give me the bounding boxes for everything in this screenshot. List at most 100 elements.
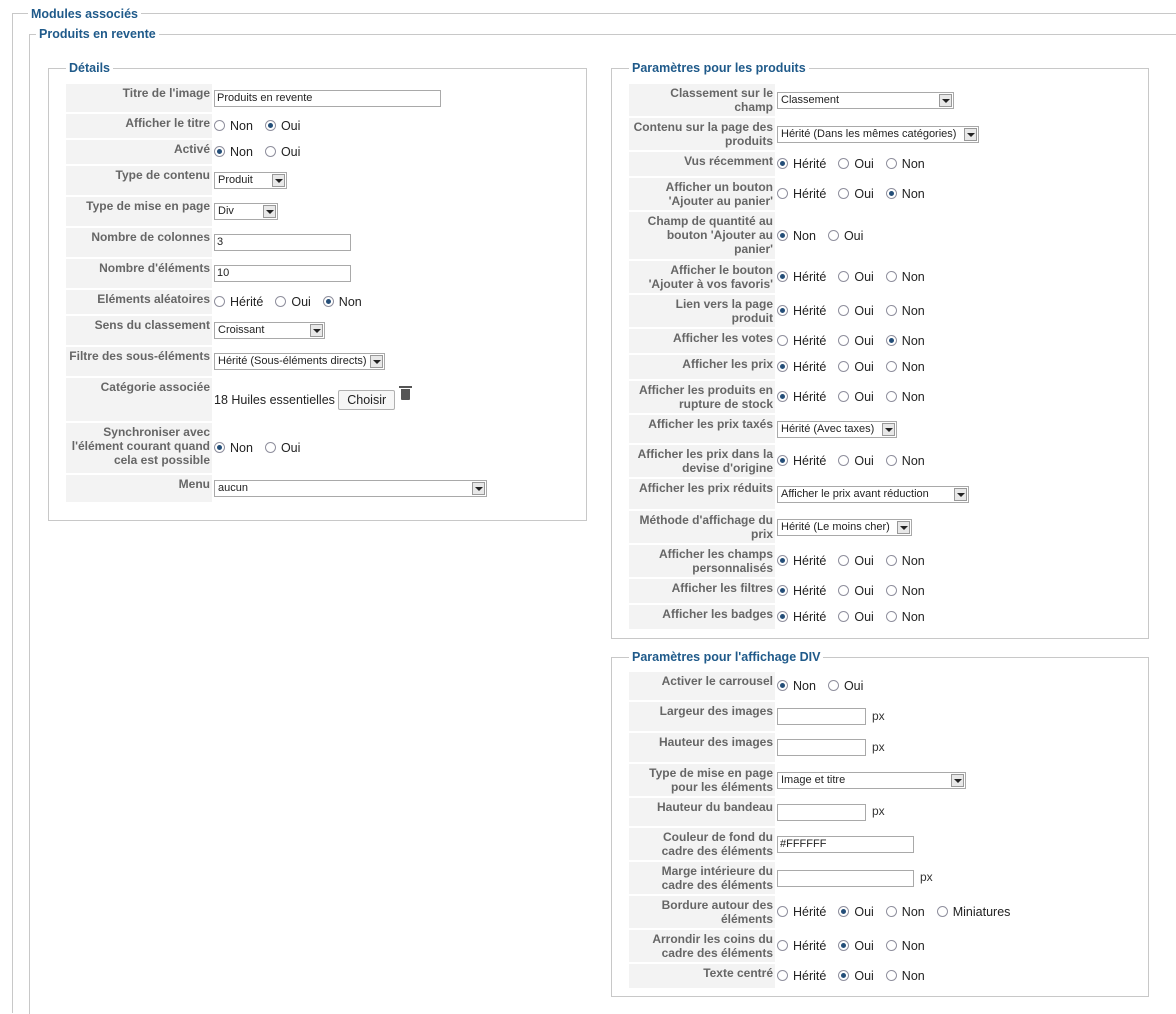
- choose-button[interactable]: Choisir: [338, 390, 396, 411]
- currency-herite-radio[interactable]: [777, 455, 788, 466]
- wishlist-oui-radio[interactable]: [838, 271, 850, 282]
- discount-select[interactable]: Afficher le prix avant réduction: [777, 485, 969, 503]
- badges-non-radio[interactable]: [885, 611, 897, 622]
- badges-oui-radio[interactable]: [838, 611, 850, 622]
- link-herite-radio[interactable]: [777, 305, 788, 316]
- rounded-herite-radio[interactable]: [777, 940, 788, 951]
- row-order-dir: Sens du classement Croissant: [66, 316, 581, 345]
- qty-non-radio[interactable]: [777, 229, 788, 241]
- content-type-select[interactable]: Produit: [214, 172, 287, 189]
- border-non-radio[interactable]: [885, 906, 897, 917]
- wishlist-herite-radio[interactable]: [777, 271, 788, 282]
- rounded-oui-radio[interactable]: [838, 940, 850, 951]
- active-non-radio[interactable]: [214, 146, 225, 157]
- votes-oui-radio[interactable]: [838, 335, 850, 346]
- border-miniatures-radio[interactable]: [936, 906, 948, 917]
- image-title-input[interactable]: Produits en revente: [214, 89, 441, 107]
- padding-input[interactable]: [777, 869, 914, 887]
- votes-non-radio[interactable]: [885, 335, 897, 346]
- chevron-down-icon[interactable]: [472, 482, 485, 495]
- chevron-down-icon[interactable]: [964, 127, 977, 141]
- filters-non-radio[interactable]: [885, 585, 897, 596]
- chevron-down-icon[interactable]: [370, 355, 383, 368]
- radio-label: Non: [901, 157, 925, 171]
- custom-oui-radio[interactable]: [838, 555, 850, 566]
- random-oui-radio[interactable]: [275, 296, 287, 307]
- show-title-oui-radio[interactable]: [264, 120, 276, 131]
- bg-color-input[interactable]: #FFFFFF: [777, 835, 914, 853]
- filters-oui-radio[interactable]: [838, 585, 850, 596]
- chevron-down-icon[interactable]: [939, 93, 952, 107]
- border-herite-radio[interactable]: [777, 906, 788, 917]
- carousel-oui-radio[interactable]: [827, 680, 839, 691]
- item-layout-select[interactable]: Image et titre: [777, 771, 966, 789]
- banner-height-input[interactable]: [777, 803, 866, 821]
- custom-non-radio[interactable]: [885, 555, 897, 566]
- prices-oui-radio[interactable]: [838, 361, 850, 372]
- label: Texte centré: [629, 964, 775, 988]
- img-height-input[interactable]: [777, 739, 866, 756]
- menu-select[interactable]: aucun: [214, 480, 487, 497]
- link-oui-radio[interactable]: [838, 305, 850, 316]
- active-oui-radio[interactable]: [264, 146, 276, 157]
- add-cart-oui-radio[interactable]: [838, 188, 850, 199]
- chevron-down-icon[interactable]: [882, 422, 895, 436]
- out-stock-oui-radio[interactable]: [838, 391, 850, 402]
- wishlist-non-radio[interactable]: [885, 271, 897, 282]
- chevron-down-icon[interactable]: [954, 487, 967, 501]
- center-herite-radio[interactable]: [777, 970, 788, 981]
- img-width-input[interactable]: [777, 708, 866, 725]
- label: Type de mise en page: [66, 197, 212, 226]
- sync-non-radio[interactable]: [214, 442, 225, 453]
- show-title-non-radio[interactable]: [214, 120, 225, 131]
- currency-non-radio[interactable]: [885, 455, 897, 466]
- radio-label: Hérité: [793, 610, 827, 624]
- border-oui-radio[interactable]: [838, 906, 850, 917]
- votes-herite-radio[interactable]: [777, 335, 788, 346]
- radio-label: Oui: [854, 157, 874, 171]
- qty-oui-radio[interactable]: [827, 229, 839, 241]
- recent-non-radio[interactable]: [885, 158, 897, 169]
- ordering-select[interactable]: Classement: [777, 91, 954, 109]
- add-cart-herite-radio[interactable]: [777, 188, 788, 199]
- out-stock-non-radio[interactable]: [885, 391, 897, 402]
- radio-label: Hérité: [793, 905, 827, 919]
- radio-label: Non: [901, 969, 925, 983]
- layout-type-select[interactable]: Div: [214, 203, 278, 220]
- columns-input[interactable]: 3: [214, 234, 351, 251]
- random-non-radio[interactable]: [322, 296, 334, 307]
- label: Filtre des sous-éléments: [66, 347, 212, 376]
- recent-oui-radio[interactable]: [838, 158, 850, 169]
- prices-non-radio[interactable]: [885, 361, 897, 372]
- link-non-radio[interactable]: [885, 305, 897, 316]
- content-select[interactable]: Hérité (Dans les mêmes catégories): [777, 125, 979, 143]
- chevron-down-icon[interactable]: [263, 205, 276, 218]
- chevron-down-icon[interactable]: [951, 773, 964, 787]
- taxed-select[interactable]: Hérité (Avec taxes): [777, 420, 897, 438]
- badges-herite-radio[interactable]: [777, 611, 788, 622]
- label: Activé: [66, 140, 212, 164]
- custom-herite-radio[interactable]: [777, 555, 788, 566]
- label: Afficher les votes: [629, 329, 775, 353]
- chevron-down-icon[interactable]: [897, 520, 910, 534]
- label: Afficher le bouton 'Ajouter à vos favori…: [629, 261, 775, 293]
- sync-oui-radio[interactable]: [264, 442, 276, 453]
- center-non-radio[interactable]: [885, 970, 897, 981]
- order-dir-select[interactable]: Croissant: [214, 322, 325, 339]
- sub-filter-select[interactable]: Hérité (Sous-éléments directs): [214, 353, 385, 370]
- prices-herite-radio[interactable]: [777, 361, 788, 372]
- rounded-non-radio[interactable]: [885, 940, 897, 951]
- add-cart-non-radio[interactable]: [885, 188, 897, 199]
- chevron-down-icon[interactable]: [310, 324, 323, 337]
- carousel-non-radio[interactable]: [777, 680, 788, 691]
- items-input[interactable]: 10: [214, 265, 351, 282]
- price-method-select[interactable]: Hérité (Le moins cher): [777, 518, 912, 536]
- recent-herite-radio[interactable]: [777, 158, 788, 169]
- out-stock-herite-radio[interactable]: [777, 391, 788, 402]
- trash-icon[interactable]: [399, 385, 413, 400]
- random-herite-radio[interactable]: [214, 296, 225, 307]
- center-oui-radio[interactable]: [838, 970, 850, 981]
- chevron-down-icon[interactable]: [272, 174, 285, 187]
- currency-oui-radio[interactable]: [838, 455, 850, 466]
- filters-herite-radio[interactable]: [777, 585, 788, 596]
